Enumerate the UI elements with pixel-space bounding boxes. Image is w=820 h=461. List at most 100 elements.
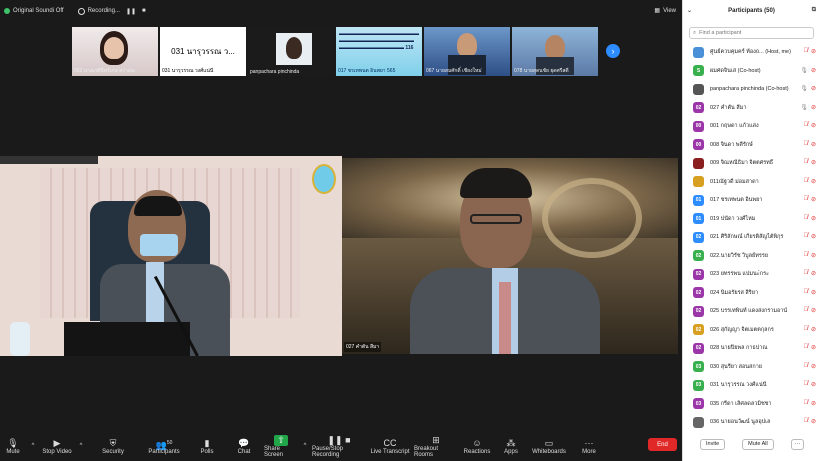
recording-icon bbox=[77, 7, 85, 15]
microphone-muted-icon: 🎙̸ bbox=[803, 159, 808, 165]
camera-off-icon: ⊘ bbox=[810, 178, 816, 185]
gallery-tile[interactable]: 031 นารุวรรณ ว... 031 นารุวรรณ วงศ์แน่นี bbox=[160, 27, 246, 76]
tile-label: panpachara pinchinda bbox=[250, 69, 300, 75]
meeting-top-bar: Original Soundi Off Recording... ❚❚ ■ ▦ … bbox=[0, 0, 682, 22]
participant-row[interactable]: 02 022.นายวิรัช วิบูลย์ทรรย 🎙̸ ⊘ bbox=[683, 247, 820, 266]
original-sound-toggle[interactable]: Original Soundi Off bbox=[4, 8, 64, 14]
participant-search-input[interactable]: ⌕ Find a participant bbox=[689, 27, 814, 39]
gallery-tile[interactable]: ▬▬▬▬▬▬▬▬▬▬▬▬▬▬▬▬ ▬▬▬▬▬▬▬▬▬▬▬▬▬▬▬ ▬▬▬▬▬▬▬▬▬… bbox=[336, 27, 422, 76]
avatar bbox=[693, 176, 704, 188]
participant-name: 008 จินดา พลีรักษ์ bbox=[710, 141, 753, 148]
main-video-left[interactable] bbox=[0, 156, 342, 356]
participant-row[interactable]: panpachara pinchinda (Co-host) 🎙 ⊘ bbox=[683, 80, 820, 99]
participant-row[interactable]: 036 นายอนวัฒน์ นูลอุปเล 🎙̸ ⊘ bbox=[683, 413, 820, 432]
participant-row[interactable]: 00 001 กฤษดา แก้วแสง 🎙̸ ⊘ bbox=[683, 117, 820, 136]
participant-row[interactable]: 02 024 นิ่มอรัยรส สิริยา 🎙̸ ⊘ bbox=[683, 284, 820, 303]
share-options-caret[interactable]: ^ bbox=[298, 431, 312, 461]
microphone-icon: 🎙 bbox=[800, 67, 808, 74]
microphone-muted-icon: 🎙̸ bbox=[803, 196, 808, 202]
live-transcript-button[interactable]: CC Live Transcript bbox=[366, 431, 414, 461]
participant-row[interactable]: 01 019 ปนัดา วงศ์ไหม 🎙̸ ⊘ bbox=[683, 210, 820, 229]
breakout-rooms-button[interactable]: ⊞ Breakout Rooms bbox=[414, 431, 458, 461]
participant-row[interactable]: 011ณัฐวดี ม่อมสาดา 🎙̸ ⊘ bbox=[683, 173, 820, 192]
chat-button[interactable]: 💬 Chat bbox=[224, 431, 264, 461]
mute-all-button[interactable]: Mute All bbox=[742, 438, 774, 450]
participant-row[interactable]: 02 021 ศิริลักษณ์ เกียรติสัญไต้พิกุร 🎙̸ ⊘ bbox=[683, 228, 820, 247]
avatar: 03 bbox=[693, 361, 704, 373]
pause-stop-recording-button[interactable]: ❚❚ ■ Pause/Stop Recording bbox=[312, 431, 366, 461]
avatar: 02 bbox=[693, 324, 704, 336]
reactions-button[interactable]: ☺ Reactions bbox=[458, 431, 496, 461]
live-transcript-label: Live Transcript bbox=[370, 448, 410, 455]
avatar: 02 bbox=[693, 250, 704, 262]
view-button[interactable]: ▦ View bbox=[654, 7, 676, 15]
tile-label: 052 นางเกศินีทร์เกษ สว่างณ bbox=[74, 68, 135, 74]
participant-row[interactable]: S ผมศดจินเส (Co-host) 🎙 ⊘ bbox=[683, 62, 820, 81]
avatar: 02 bbox=[693, 287, 704, 299]
participant-row[interactable]: 02 023 ยทรรพน แปมนะ์กระ 🎙̸ ⊘ bbox=[683, 265, 820, 284]
chat-bubble-icon: 💬 bbox=[238, 437, 250, 448]
participant-row[interactable]: 03 030 สุนรียา สอนสกาย 🎙̸ ⊘ bbox=[683, 358, 820, 377]
gallery-tile[interactable]: panpachara pinchinda bbox=[248, 27, 334, 76]
stop-video-button[interactable]: ▶ Stop Video bbox=[40, 431, 74, 461]
microphone-icon: 🎙 bbox=[800, 104, 808, 111]
microphone-muted-icon: 🎙̸ bbox=[803, 214, 808, 221]
panel-more-button[interactable]: ··· bbox=[790, 438, 805, 450]
participant-row[interactable]: ศูนย์ควบคุมคร์ ท้องถ... (Host, me) 🎙̸ ⊘ bbox=[683, 43, 820, 62]
participant-row[interactable]: 02 026 สุกัญญา จิตเมตตกุลกร 🎙̸ ⊘ bbox=[683, 321, 820, 340]
popout-icon[interactable]: ⧉ bbox=[812, 7, 816, 14]
camera-off-icon: ⊘ bbox=[810, 382, 816, 388]
camera-off-icon: ⊘ bbox=[810, 67, 816, 74]
bar-chart-icon: ▮ bbox=[204, 437, 210, 448]
ellipsis-icon: ··· bbox=[584, 437, 594, 448]
video-options-caret[interactable]: ^ bbox=[74, 431, 88, 461]
camera-off-icon: ⊘ bbox=[810, 308, 816, 314]
microphone-muted-icon: 🎙̸ bbox=[803, 307, 808, 313]
share-arrow-icon: ⇧ bbox=[274, 434, 288, 446]
participant-status: 🎙̸ ⊘ bbox=[803, 326, 816, 333]
main-video-right[interactable]: 027 คำตัน สีมา bbox=[342, 158, 678, 354]
apps-button[interactable]: ⁂ Apps bbox=[496, 431, 526, 461]
cc-icon: CC bbox=[383, 437, 397, 448]
participant-row[interactable]: 00 008 จินดา พลีรักษ์ 🎙̸ ⊘ bbox=[683, 136, 820, 155]
participant-row[interactable]: 02 027 คำตัน สีมา 🎙 ⊘ bbox=[683, 99, 820, 118]
participant-name: 009 จิณหณีธิมา จิตตศรทธิ์ bbox=[710, 160, 774, 167]
background-arch bbox=[542, 178, 642, 258]
participant-name: 025 บรรเทพินท์ แดงสงกรามอาน์ bbox=[710, 308, 788, 315]
chevron-up-icon: ^ bbox=[79, 443, 83, 449]
participant-name: 035 กรีดา เลิศลดลวมิชชา bbox=[710, 400, 772, 407]
mute-button[interactable]: 🎙 Mute bbox=[0, 431, 26, 461]
participant-row[interactable]: 009 จิณหณีธิมา จิตตศรทธิ์ 🎙̸ ⊘ bbox=[683, 154, 820, 173]
gallery-tile[interactable]: 067 นายสมศักดิ์ เชียงใหม่ bbox=[424, 27, 510, 76]
tile-label: 017 ชรเทพนต อินพยา 565 bbox=[338, 68, 396, 74]
participant-row[interactable]: 02 028 นายปิยพล กาธปาณ 🎙̸ ⊘ bbox=[683, 339, 820, 358]
participant-row[interactable]: 03 031 นารุวรรณ วงศ์แน่นี 🎙̸ ⊘ bbox=[683, 376, 820, 395]
security-button[interactable]: ⛨ Security bbox=[88, 431, 138, 461]
participant-row[interactable]: 03 035 กรีดา เลิศลดลวมิชชา 🎙̸ ⊘ bbox=[683, 395, 820, 414]
participant-row[interactable]: 02 025 บรรเทพินท์ แดงสงกรามอาน์ 🎙̸ ⊘ bbox=[683, 302, 820, 321]
participant-name: 001 กฤษดา แก้วแสง bbox=[710, 123, 759, 130]
audio-options-caret[interactable]: ^ bbox=[26, 431, 40, 461]
share-screen-button[interactable]: ⇧ Share Screen bbox=[264, 431, 298, 461]
gallery-tile[interactable]: 052 นางเกศินีทร์เกษ สว่างณ bbox=[72, 27, 158, 76]
panel-more-label: ··· bbox=[794, 441, 801, 447]
polls-button[interactable]: ▮ Polls bbox=[190, 431, 224, 461]
pause-icon[interactable]: ❚❚ bbox=[126, 8, 136, 15]
tile-label: 031 นารุวรรณ วงศ์แน่นี bbox=[162, 68, 214, 74]
whiteboards-button[interactable]: ▭ Whiteboards bbox=[526, 431, 572, 461]
gallery-next-button[interactable]: › bbox=[606, 44, 620, 58]
participant-status: 🎙̸ ⊘ bbox=[803, 215, 816, 222]
participants-button[interactable]: 👥50 Participants bbox=[138, 431, 190, 461]
participant-name: 017 ชรเทพนต อินพยา bbox=[710, 197, 763, 204]
stop-icon[interactable]: ■ bbox=[142, 8, 146, 14]
invite-button[interactable]: Invite bbox=[700, 438, 726, 450]
view-label: View bbox=[663, 7, 676, 14]
gallery-tile[interactable]: 078 นายสุดนชัย ยุดศรีสดี bbox=[512, 27, 598, 76]
participant-status: 🎙̸ ⊘ bbox=[803, 418, 816, 425]
more-button[interactable]: ··· More bbox=[572, 431, 606, 461]
end-meeting-button[interactable]: End bbox=[648, 438, 677, 451]
avatar: 00 bbox=[693, 120, 704, 132]
collapse-icon[interactable]: ⌄ bbox=[687, 7, 692, 14]
participant-row[interactable]: 01 017 ชรเทพนต อินพยา 🎙̸ ⊘ bbox=[683, 191, 820, 210]
shared-screen-bar bbox=[0, 156, 98, 164]
